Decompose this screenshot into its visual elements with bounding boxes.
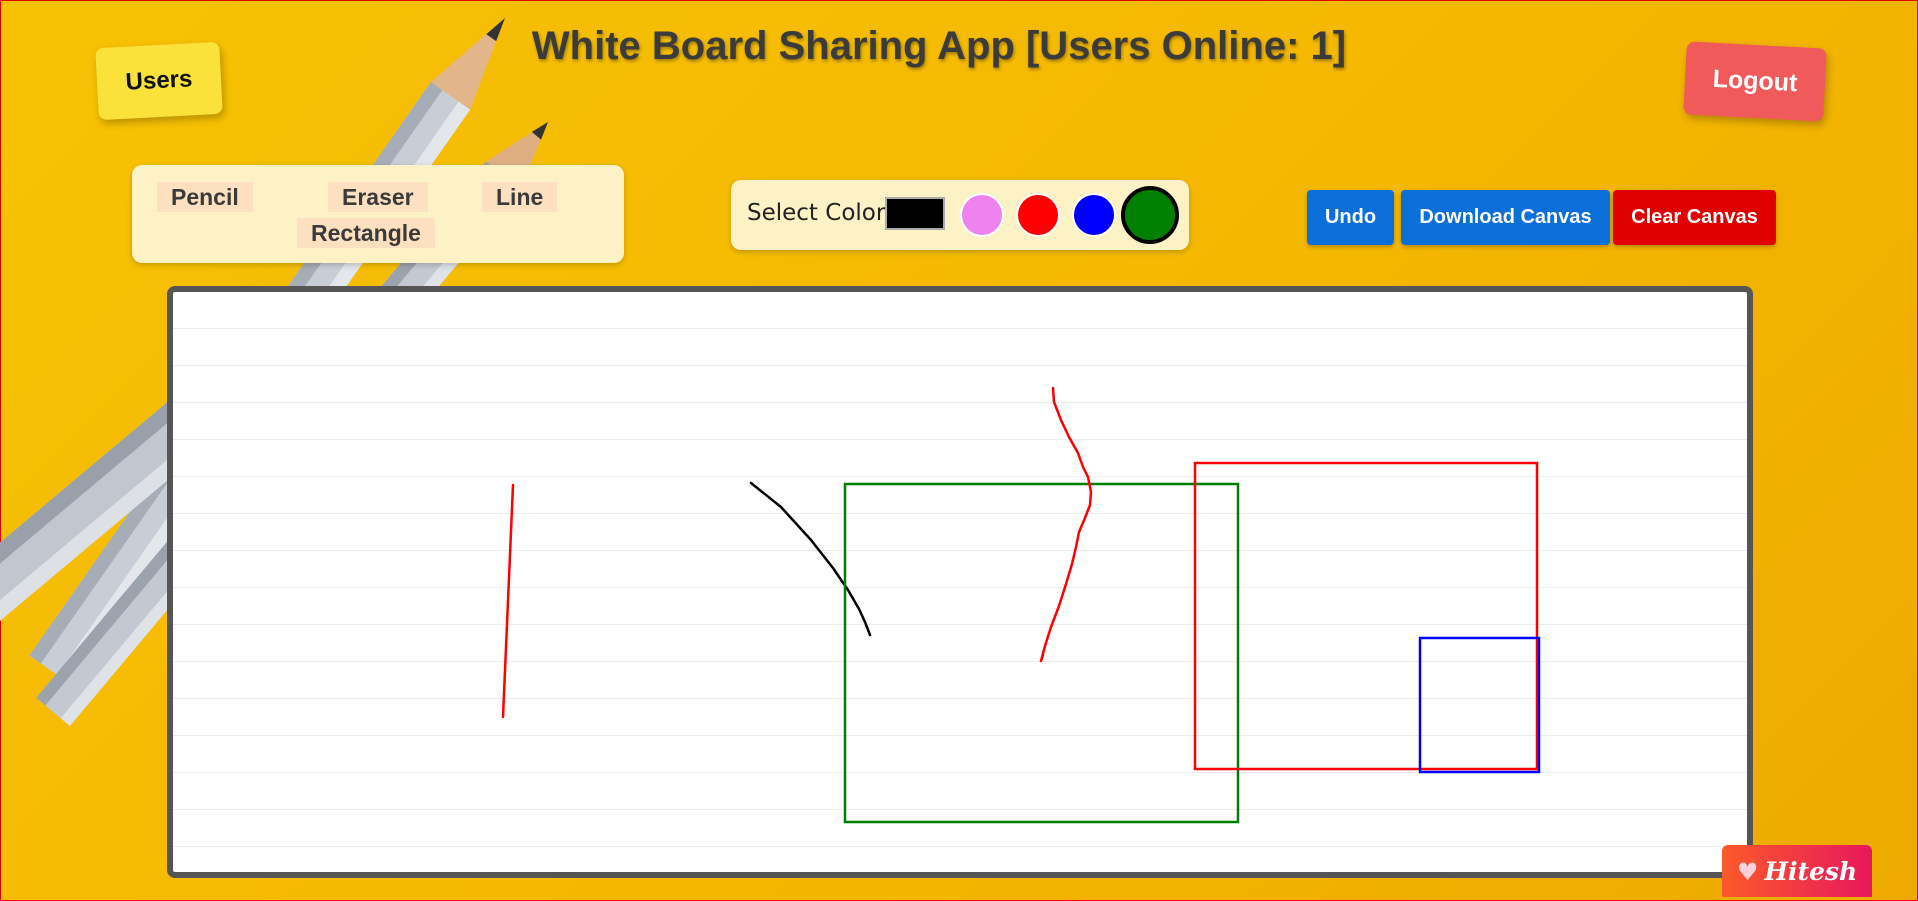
tool-eraser[interactable]: Eraser	[328, 182, 428, 212]
clear-canvas-button[interactable]: Clear Canvas	[1613, 190, 1776, 245]
users-button[interactable]: Users	[95, 41, 223, 121]
select-color-label: Select Color	[747, 200, 886, 226]
color-swatch-blue[interactable]	[1072, 193, 1116, 237]
stroke-green-rectangle	[843, 482, 1240, 824]
drawing-layer	[501, 386, 1541, 824]
download-canvas-button[interactable]: Download Canvas	[1401, 190, 1610, 245]
logout-button[interactable]: Logout	[1683, 41, 1827, 122]
stroke-red-rectangle	[1193, 461, 1539, 771]
color-selector: Select Color	[731, 180, 1189, 250]
tool-line[interactable]: Line	[482, 182, 558, 212]
color-swatch-violet[interactable]	[960, 193, 1004, 237]
color-input[interactable]	[885, 197, 945, 230]
stroke-red-line	[501, 483, 515, 719]
tool-pencil[interactable]: Pencil	[157, 182, 253, 212]
color-swatch-red[interactable]	[1016, 193, 1060, 237]
heart-icon: ♥	[1736, 856, 1759, 886]
author-badge[interactable]: ♥ Hitesh	[1722, 845, 1872, 897]
page-title: White Board Sharing App [Users Online: 1…	[531, 24, 1347, 68]
tool-rectangle[interactable]: Rectangle	[297, 218, 435, 248]
color-swatch-green[interactable]	[1121, 186, 1179, 244]
stroke-red-pencil	[1039, 386, 1093, 663]
tool-selector: Pencil Eraser Line Rectangle	[132, 165, 624, 263]
undo-button[interactable]: Undo	[1307, 190, 1394, 245]
author-badge-label: Hitesh	[1764, 856, 1858, 886]
whiteboard-canvas[interactable]	[167, 286, 1753, 878]
stroke-black-pencil	[749, 481, 872, 637]
stroke-blue-rectangle	[1418, 636, 1541, 774]
